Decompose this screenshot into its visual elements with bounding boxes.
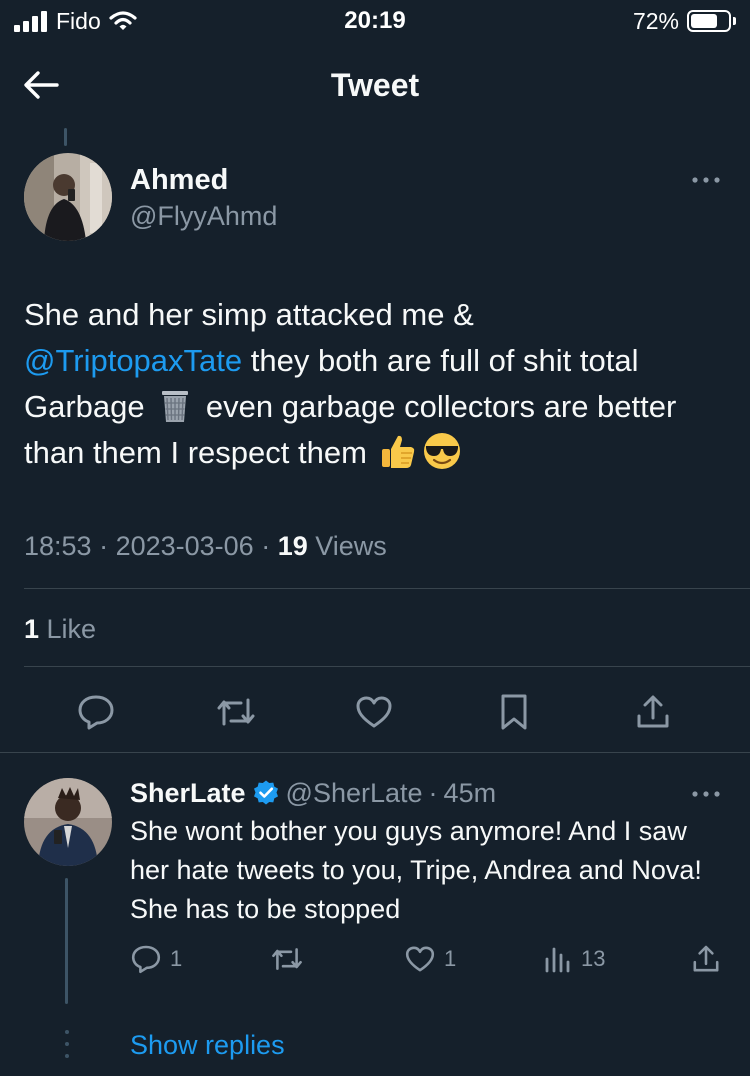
carrier-name: Fido xyxy=(56,7,101,34)
thread-line xyxy=(64,128,67,146)
reply-views-button[interactable]: 13 xyxy=(543,938,605,980)
reply-time[interactable]: 45m xyxy=(444,774,497,812)
reply-more-options-button[interactable] xyxy=(688,780,724,808)
reply-like-count: 1 xyxy=(444,946,457,971)
views-chart-icon xyxy=(545,947,570,973)
like-button[interactable] xyxy=(348,686,400,738)
reply-retweet-button[interactable] xyxy=(270,938,312,980)
views-label: Views xyxy=(307,531,387,561)
thread-continuation-dots xyxy=(62,1030,72,1058)
tweet-text-part: She and her simp attacked me & xyxy=(24,297,474,332)
wifi-icon xyxy=(109,11,137,30)
reply-like-button[interactable]: 1 xyxy=(404,938,456,980)
reply-avatar-image xyxy=(24,778,112,866)
share-icon xyxy=(693,945,719,972)
share-icon xyxy=(637,695,669,728)
wastebasket-emoji-icon xyxy=(162,391,189,422)
show-replies-link[interactable]: Show replies xyxy=(130,1026,285,1064)
reply-reply-button[interactable]: 1 xyxy=(130,938,182,980)
thumbs-up-emoji-icon xyxy=(381,435,414,468)
reply-reply-count: 1 xyxy=(170,946,183,971)
reply-header: SherLate @SherLate · 45m xyxy=(130,774,496,812)
likes-link[interactable]: 1 Like xyxy=(24,610,96,648)
verified-badge-icon xyxy=(253,780,278,805)
more-icon xyxy=(692,177,720,183)
reply-share-button[interactable] xyxy=(690,938,722,980)
mention-link[interactable]: @TriptopaxTate xyxy=(24,343,242,378)
heart-icon xyxy=(405,946,435,972)
status-battery: 72% xyxy=(633,4,736,38)
tweet-meta: 18:53 · 2023-03-06 · 19 Views xyxy=(24,527,387,565)
avatar[interactable] xyxy=(24,153,112,241)
bookmark-button[interactable] xyxy=(488,686,540,738)
reply-author-handle[interactable]: @SherLate xyxy=(286,774,423,812)
thread-line xyxy=(65,878,68,1004)
battery-level xyxy=(691,14,717,28)
retweet-button[interactable] xyxy=(210,686,262,738)
tweet-date: 2023-03-06 xyxy=(115,531,254,561)
back-button[interactable] xyxy=(18,62,64,108)
reply-views-count: 13 xyxy=(581,946,606,971)
views-count: 19 xyxy=(277,531,308,561)
bookmark-icon xyxy=(501,694,527,730)
reply-dot: · xyxy=(428,778,438,808)
page-title: Tweet xyxy=(330,67,420,103)
retweet-icon xyxy=(217,698,255,726)
sunglasses-emoji-icon xyxy=(423,433,460,469)
battery-nub xyxy=(733,17,736,25)
reply-author-name[interactable]: SherLate xyxy=(130,774,246,812)
signal-icon xyxy=(14,11,47,32)
meta-separator: · xyxy=(253,531,278,561)
battery-icon xyxy=(687,10,731,32)
divider xyxy=(0,752,750,753)
back-arrow-icon xyxy=(24,71,59,99)
author-name[interactable]: Ahmed xyxy=(130,162,228,198)
more-icon xyxy=(692,791,720,797)
share-button[interactable] xyxy=(627,686,679,738)
more-options-button[interactable] xyxy=(688,166,724,194)
tweet-text: She and her simp attacked me & @Triptopa… xyxy=(24,292,734,476)
status-carrier: Fido xyxy=(14,4,137,38)
reply-button[interactable] xyxy=(70,686,122,738)
meta-separator: · xyxy=(91,531,116,561)
divider xyxy=(24,588,750,589)
tweet-time: 18:53 xyxy=(24,531,92,561)
reply-icon xyxy=(78,695,114,730)
reply-text: She wont bother you guys anymore! And I … xyxy=(130,816,702,924)
reply-icon xyxy=(131,945,161,974)
likes-label: Like xyxy=(39,614,97,644)
reply-avatar[interactable] xyxy=(24,778,112,866)
likes-count: 1 xyxy=(24,614,40,644)
author-handle[interactable]: @FlyyAhmd xyxy=(130,198,277,234)
divider xyxy=(24,666,750,667)
heart-icon xyxy=(356,696,392,728)
avatar-image xyxy=(24,153,112,241)
retweet-icon xyxy=(272,948,302,970)
battery-percent: 72% xyxy=(632,7,679,34)
